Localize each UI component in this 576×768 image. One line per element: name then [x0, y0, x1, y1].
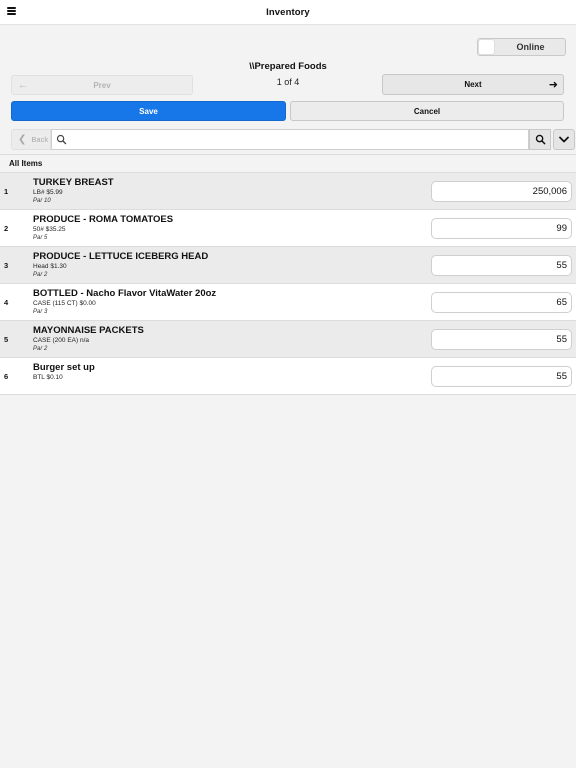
item-number: 3 — [4, 261, 9, 270]
quantity-input[interactable]: 55 — [431, 366, 572, 387]
top-bar: Inventory — [0, 0, 576, 25]
item-detail: CASE (115 CT) $0.00 — [33, 300, 96, 307]
inventory-list: 1 TURKEY BREAST LB# $5.99 Par 10 250,006… — [0, 173, 576, 395]
search-icon — [56, 134, 67, 145]
online-toggle[interactable]: Online — [477, 38, 566, 56]
item-par: Par 2 — [33, 272, 48, 278]
quantity-input[interactable]: 55 — [431, 255, 572, 276]
item-name: MAYONNAISE PACKETS — [33, 325, 144, 336]
item-par: Par 5 — [33, 235, 48, 241]
list-item: 1 TURKEY BREAST LB# $5.99 Par 10 250,006 — [0, 173, 576, 210]
chevron-left-icon: ❮ — [18, 134, 27, 145]
item-detail: CASE (200 EA) n/a — [33, 337, 89, 344]
item-name: Burger set up — [33, 362, 95, 373]
item-detail: 50# $35.25 — [33, 226, 66, 233]
toggle-knob — [479, 40, 494, 54]
next-button[interactable]: Next ➜ — [382, 74, 564, 95]
item-name: PRODUCE - LETTUCE ICEBERG HEAD — [33, 251, 209, 262]
item-par: Par 2 — [33, 346, 48, 352]
search-input[interactable] — [51, 129, 529, 150]
item-name: PRODUCE - ROMA TOMATOES — [33, 214, 174, 225]
next-label: Next — [464, 80, 482, 89]
list-item: 3 PRODUCE - LETTUCE ICEBERG HEAD Head $1… — [0, 247, 576, 284]
list-item: 2 PRODUCE - ROMA TOMATOES 50# $35.25 Par… — [0, 210, 576, 247]
item-name: BOTTLED - Nacho Flavor VitaWater 20oz — [33, 288, 217, 299]
back-button[interactable]: ❮ Back — [11, 129, 51, 150]
section-header: All Items — [0, 154, 576, 173]
item-detail: Head $1.30 — [33, 263, 67, 270]
search-icon — [535, 134, 545, 145]
item-number: 6 — [4, 372, 9, 381]
quantity-input[interactable]: 55 — [431, 329, 572, 350]
arrow-left-icon: ← — [18, 80, 28, 91]
item-detail: LB# $5.99 — [33, 189, 63, 196]
app-title: Inventory — [266, 7, 310, 18]
item-number: 5 — [4, 335, 9, 344]
back-label: Back — [31, 135, 49, 144]
filter-dropdown-button[interactable] — [553, 129, 575, 150]
item-number: 1 — [4, 187, 9, 196]
list-item: 6 Burger set up BTL $0.10 55 — [0, 358, 576, 395]
list-item: 5 MAYONNAISE PACKETS CASE (200 EA) n/a P… — [0, 321, 576, 358]
item-name: TURKEY BREAST — [33, 177, 114, 188]
item-detail: BTL $0.10 — [33, 374, 63, 381]
cancel-button[interactable]: Cancel — [290, 101, 564, 121]
quantity-input[interactable]: 99 — [431, 218, 572, 239]
item-number: 4 — [4, 298, 9, 307]
category-title: \\Prepared Foods — [249, 61, 327, 72]
quantity-input[interactable]: 250,006 — [431, 181, 572, 202]
search-button[interactable] — [529, 129, 551, 150]
prev-label: Prev — [93, 80, 111, 90]
list-item: 4 BOTTLED - Nacho Flavor VitaWater 20oz … — [0, 284, 576, 321]
section-label: All Items — [9, 159, 43, 168]
prev-button[interactable]: ← Prev — [11, 75, 193, 95]
search-bar: ❮ Back — [11, 129, 575, 150]
item-par: Par 10 — [33, 198, 51, 204]
item-par: Par 3 — [33, 309, 48, 315]
quantity-input[interactable]: 65 — [431, 292, 572, 313]
online-label: Online — [516, 42, 545, 52]
save-button[interactable]: Save — [11, 101, 286, 121]
arrow-right-icon: ➜ — [548, 79, 558, 91]
item-number: 2 — [4, 224, 9, 233]
chevron-down-icon — [559, 136, 569, 143]
